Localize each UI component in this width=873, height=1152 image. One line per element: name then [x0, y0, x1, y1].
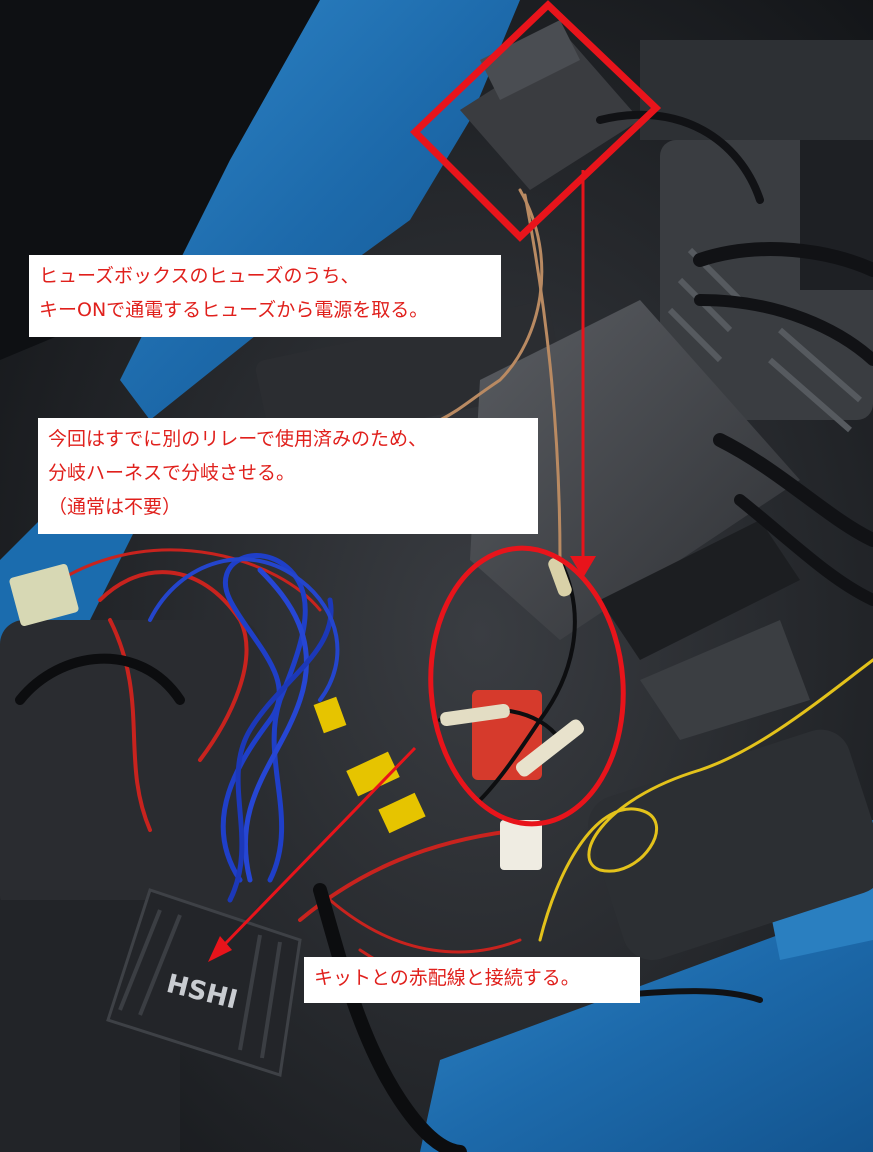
fuse-note-callout: ヒューズボックスのヒューズのうち、 キーONで通電するヒューズから電源を取る。: [29, 255, 501, 337]
fuse-note-line-2: キーONで通電するヒューズから電源を取る。: [39, 299, 429, 321]
photo-scene: HSHI ヒューズボックスのヒューズのうち、 キーONで通電するヒューズから電源…: [0, 0, 873, 1152]
upper-right-part: [640, 40, 873, 140]
fuse-note-line-1: ヒューズボックスのヒューズのうち、: [39, 265, 360, 287]
branch-note-callout: 今回はすでに別のリレーで使用済みのため、 分岐ハーネスで分岐させる。 （通常は不…: [38, 418, 538, 534]
kit-note-line-1: キットとの赤配線と接続する。: [314, 967, 580, 989]
branch-note-line-3: （通常は不要）: [48, 496, 182, 518]
branch-note-line-1: 今回はすでに別のリレーで使用済みのため、: [48, 428, 428, 450]
kit-note-callout: キットとの赤配線と接続する。: [304, 957, 640, 1003]
branch-note-line-2: 分岐ハーネスで分岐させる。: [48, 462, 296, 484]
